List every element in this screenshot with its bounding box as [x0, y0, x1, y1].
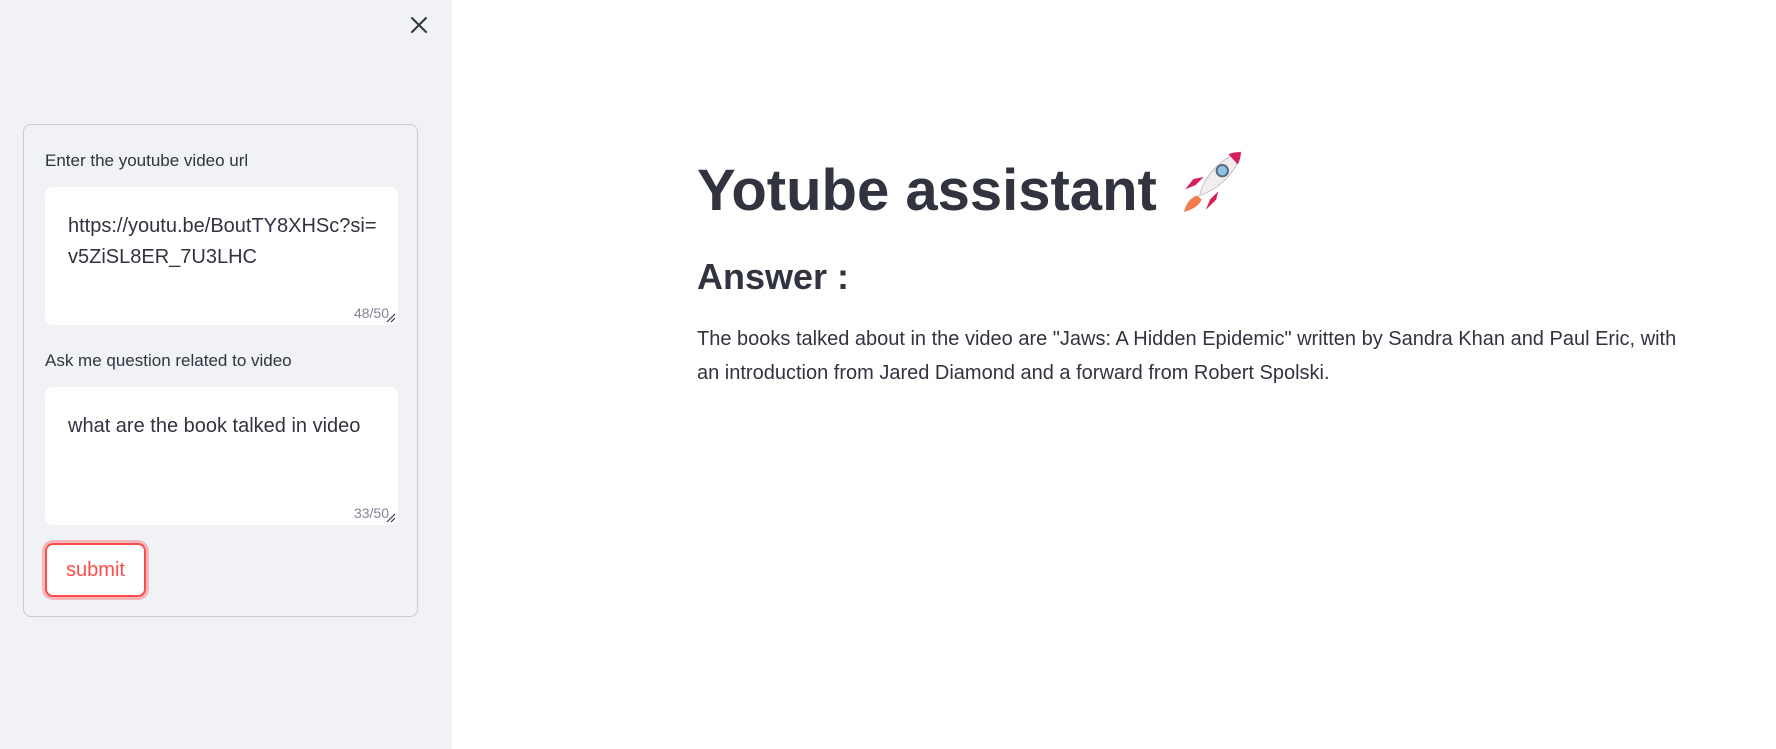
answer-text: The books talked about in the video are … [697, 328, 1677, 384]
page-title-text: Yotube assistant [697, 157, 1157, 223]
rocket-icon [1179, 148, 1245, 233]
resize-handle-icon[interactable] [386, 313, 396, 323]
question-field-label: Ask me question related to video [45, 351, 292, 370]
resize-handle-icon[interactable] [386, 513, 396, 523]
question-textarea[interactable]: what are the book talked in video 33/50 [45, 387, 398, 525]
url-textarea[interactable]: https://youtu.be/BoutTY8XHSc?si=v5ZiSL8E… [45, 187, 398, 325]
url-field-label: Enter the youtube video url [45, 151, 249, 170]
form-container: Enter the youtube video url https://yout… [23, 124, 418, 617]
submit-button[interactable]: submit [45, 543, 146, 597]
close-icon [411, 17, 427, 33]
close-sidebar-button[interactable] [404, 10, 434, 40]
answer-heading: Answer : [697, 256, 850, 297]
sidebar: Enter the youtube video url https://yout… [0, 0, 452, 749]
url-char-counter: 48/50 [353, 305, 389, 321]
url-textarea-value: https://youtu.be/BoutTY8XHSc?si=v5ZiSL8E… [68, 215, 377, 268]
question-textarea-value: what are the book talked in video [68, 415, 361, 437]
page-title: Yotube assistant [697, 148, 1245, 233]
question-char-counter: 33/50 [353, 505, 389, 521]
